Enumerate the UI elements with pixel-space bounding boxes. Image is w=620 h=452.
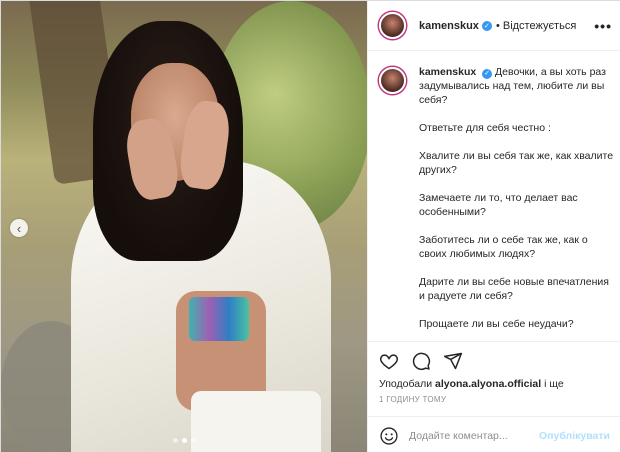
more-options-icon[interactable]: ••• [594, 18, 612, 34]
caption-paragraph: Замечаете ли то, что делает вас особенны… [419, 192, 578, 218]
post-header: kamenskux ✓ • Відстежується ••• [368, 1, 620, 51]
verified-badge-icon: ✓ [481, 20, 492, 31]
caption-username[interactable]: kamenskux [419, 66, 476, 78]
caption-paragraph: Ответьте для себя честно : [419, 122, 551, 134]
liked-by-user[interactable]: alyona.alyona.official [435, 378, 541, 390]
follow-status[interactable]: • Відстежується [496, 20, 576, 32]
caption-paragraph: Прощаете ли вы себе неудачи? [419, 318, 574, 330]
photo-swimsuit [189, 297, 249, 341]
verified-badge-icon: ✓ [482, 69, 493, 79]
carousel-prev-button[interactable]: ‹ [10, 219, 28, 237]
caption-text: kamenskux ✓ Девочки, а вы хоть раз задум… [419, 65, 615, 345]
post-photo[interactable]: ‹ [1, 1, 367, 452]
carousel-dot [172, 438, 178, 443]
post-caption: kamenskux ✓ Девочки, а вы хоть раз задум… [379, 65, 615, 345]
carousel-dots [1, 438, 367, 443]
post-actions-section: Уподобали alyona.alyona.official і ще 1 … [368, 341, 620, 452]
caption-paragraph: Дарите ли вы себе новые впечатления и ра… [419, 276, 609, 302]
likes-summary: Уподобали alyona.alyona.official і ще [379, 378, 564, 390]
caption-first-paragraph: kamenskux ✓ Девочки, а вы хоть раз задум… [419, 65, 615, 107]
caption-paragraph: Хвалите ли вы себя так же, как хвалите д… [419, 150, 614, 176]
chevron-left-icon: ‹ [16, 220, 22, 236]
action-icons [379, 351, 463, 371]
post-modal: ‹ kamenskux ✓ • Відстежується ••• kamens… [0, 0, 620, 452]
heart-icon[interactable] [379, 351, 399, 371]
comment-icon[interactable] [411, 351, 431, 371]
carousel-dot [181, 438, 187, 443]
share-icon[interactable] [443, 351, 463, 371]
comment-input[interactable] [409, 429, 534, 442]
likes-prefix: Уподобали [379, 378, 435, 390]
post-timestamp[interactable]: 1 ГОДИНУ ТОМУ [379, 395, 446, 404]
smile-icon[interactable] [379, 426, 399, 446]
comment-composer: Опублікувати [368, 416, 620, 452]
carousel-dot [190, 438, 196, 443]
post-side-panel: kamenskux ✓ • Відстежується ••• kamensku… [367, 1, 620, 452]
header-username[interactable]: kamenskux [419, 20, 479, 32]
caption-paragraph: Заботитесь ли о себе так же, как о своих… [419, 234, 588, 260]
follow-status-label: Відстежується [502, 19, 577, 32]
caption-avatar[interactable] [379, 67, 406, 94]
avatar[interactable] [379, 12, 406, 39]
publish-button[interactable]: Опублікувати [539, 430, 610, 442]
likes-suffix[interactable]: і ще [541, 378, 564, 390]
